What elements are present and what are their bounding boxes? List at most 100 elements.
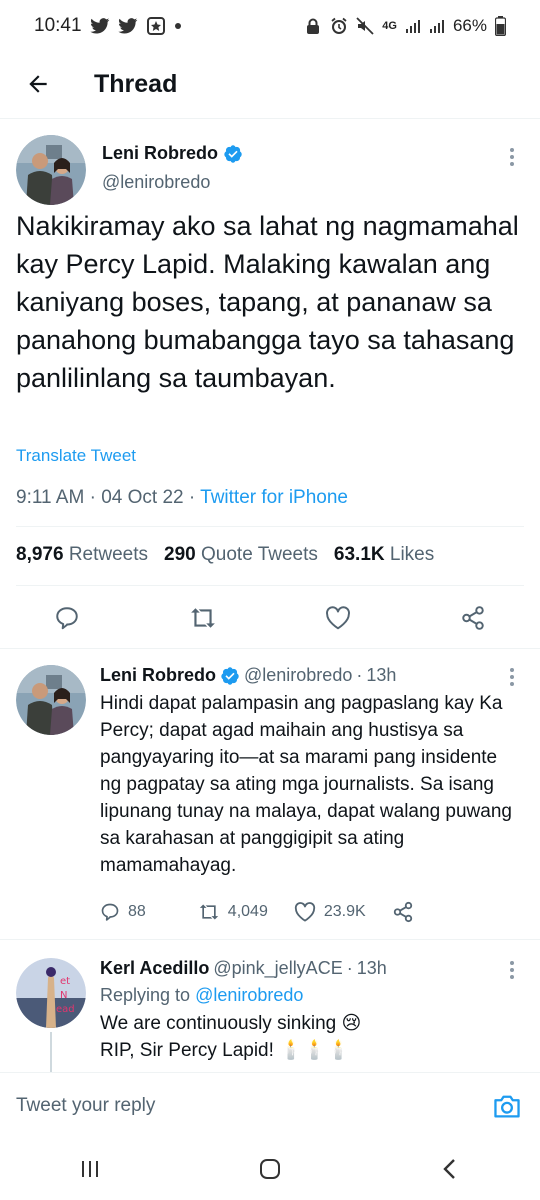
reply-text: We are continuously sinking 😢 RIP, Sir P… [100, 1010, 520, 1064]
replying-to-link[interactable]: @lenirobredo [195, 985, 303, 1005]
main-tweet-author: Leni Robredo @lenirobredo [16, 135, 243, 205]
main-tweet-actions [0, 596, 540, 640]
author-name[interactable]: Kerl Acedillo [100, 958, 209, 979]
header-divider [0, 118, 540, 119]
author-handle: @lenirobredo [102, 172, 211, 192]
notification-dot-icon [174, 22, 182, 30]
meta-separator: · [346, 958, 353, 978]
arrow-left-icon [29, 75, 47, 93]
likes-stat[interactable]: 63.1K Likes [334, 544, 434, 566]
top-app-bar: Thread [0, 52, 540, 116]
back-nav-button[interactable] [430, 1149, 470, 1189]
recent-apps-icon [82, 1161, 98, 1177]
tweet-meta: 9:11 AM · 04 Oct 22 · Twitter for iPhone [16, 487, 348, 509]
quotes-label: Quote Tweets [201, 544, 318, 565]
twitter-bird-icon [117, 18, 138, 34]
likes-count: 63.1K [333, 544, 385, 565]
verified-badge-icon [221, 666, 239, 685]
divider [16, 526, 524, 527]
share-icon [393, 901, 412, 923]
retweet-count: 4,049 [227, 903, 268, 920]
share-icon [462, 606, 484, 630]
share-button[interactable] [392, 901, 414, 923]
retweet-button[interactable] [188, 603, 218, 633]
author-handle: @pink_jellyACE [213, 958, 343, 978]
like-button[interactable]: 23.9K [294, 902, 366, 922]
back-button[interactable] [18, 64, 58, 104]
home-icon [260, 1159, 280, 1179]
more-options-button[interactable] [500, 145, 524, 169]
reply-compose-bar: Tweet your reply [0, 1072, 540, 1138]
reply-age: 13h [356, 958, 387, 978]
quotes-count: 290 [164, 544, 196, 565]
quote-tweets-stat[interactable]: 290 Quote Tweets [164, 544, 318, 566]
mute-icon [356, 17, 374, 35]
divider [0, 939, 540, 940]
reply-icon [101, 903, 119, 921]
thread-connector-line [50, 1032, 52, 1072]
divider [16, 585, 524, 586]
page-title: Thread [94, 69, 178, 98]
retweets-label: Retweets [68, 544, 149, 565]
app-notification-icon [146, 16, 166, 36]
svg-text:et: et [60, 976, 70, 987]
like-button[interactable] [323, 603, 353, 633]
svg-text:ead: ead [56, 1004, 75, 1015]
share-button[interactable] [458, 603, 488, 633]
reply-text: Hindi dapat palampasin ang pagpaslang ka… [100, 693, 512, 876]
retweet-icon [199, 904, 218, 920]
author-name[interactable]: Leni Robredo [100, 665, 216, 686]
status-time: 10:41 [34, 15, 82, 36]
avatar[interactable] [16, 665, 86, 735]
network-label: 4G [382, 20, 397, 32]
tweet-time: 9:11 AM [16, 487, 85, 508]
reply-line: We are continuously sinking [100, 1013, 337, 1034]
meta-separator: · [356, 665, 363, 685]
likes-label: Likes [389, 544, 435, 565]
retweets-stat[interactable]: 8,976 Retweets [16, 544, 148, 566]
signal-icon [405, 18, 421, 34]
candle-emoji: 🕯️🕯️🕯️ [279, 1040, 351, 1061]
avatar[interactable] [16, 135, 86, 205]
reply-age: 13h [366, 665, 397, 685]
tweet-source-link[interactable]: Twitter for iPhone [200, 487, 348, 508]
reply-count: 88 [128, 903, 146, 920]
lock-icon [304, 17, 322, 35]
retweet-icon [191, 608, 215, 628]
reply-input[interactable]: Tweet your reply [16, 1095, 490, 1117]
home-button[interactable] [250, 1149, 290, 1189]
chevron-left-icon [443, 1159, 455, 1179]
svg-text:N: N [60, 990, 67, 1001]
battery-icon [495, 16, 506, 36]
reply-actions: 88 4,049 23.9K [100, 901, 520, 923]
heart-icon [326, 606, 350, 630]
tweet-text: Nakikiramay ako sa lahat ng nagmamahal k… [16, 211, 519, 393]
system-nav-bar [0, 1138, 540, 1200]
like-count: 23.9K [323, 903, 366, 920]
meta-separator: · [89, 487, 102, 508]
meta-separator: · [188, 487, 201, 508]
twitter-bird-icon [89, 18, 110, 34]
tweet-stats: 8,976 Retweets 290 Quote Tweets 63.1K Li… [16, 544, 434, 566]
camera-button[interactable] [490, 1089, 524, 1123]
author-handle: @lenirobredo [244, 665, 353, 685]
author-name[interactable]: Leni Robredo [102, 143, 218, 164]
signal-icon [429, 18, 445, 34]
recent-apps-button[interactable] [70, 1149, 110, 1189]
divider [0, 648, 540, 649]
crying-face-emoji: 😢 [341, 1013, 362, 1034]
tweet-date: 04 Oct 22 [101, 487, 184, 508]
status-bar: 10:41 4G 66% [0, 0, 540, 52]
verified-badge-icon [224, 144, 242, 163]
more-vertical-icon [510, 148, 514, 166]
reply-header: Kerl Acedillo @pink_jellyACE · 13h [100, 958, 520, 979]
retweets-count: 8,976 [16, 544, 64, 565]
reply-button[interactable] [52, 603, 82, 633]
avatar[interactable]: et N ead [16, 958, 86, 1028]
reply-button[interactable]: 88 [100, 902, 146, 922]
retweet-button[interactable]: 4,049 [198, 902, 268, 922]
translate-tweet-link[interactable]: Translate Tweet [16, 446, 136, 466]
reply-line: RIP, Sir Percy Lapid! [100, 1040, 274, 1061]
reply-icon [56, 607, 78, 630]
battery-percent: 66% [452, 16, 487, 35]
